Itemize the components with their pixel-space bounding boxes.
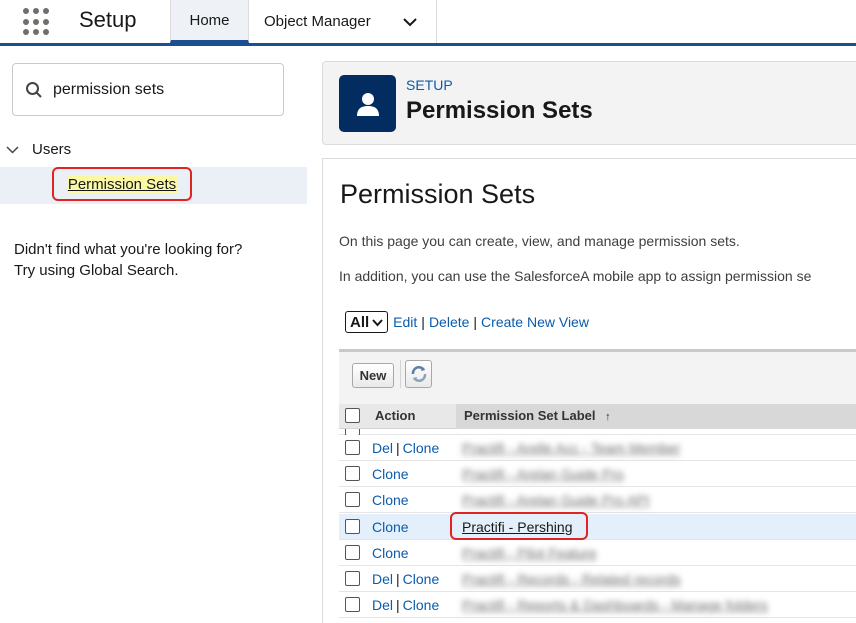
edit-view-link[interactable]: Edit xyxy=(393,314,417,330)
view-select[interactable]: All xyxy=(345,311,389,333)
row-actions: Del | Clone xyxy=(372,597,440,613)
row-checkbox[interactable] xyxy=(345,492,360,507)
permission-set-link[interactable]: Practifi - Arelan Guide Pro xyxy=(462,466,624,482)
clone-link[interactable]: Clone xyxy=(403,597,440,613)
table-body: Del | Clone Practifi - Arelle Acc - Team M… xyxy=(339,429,856,623)
row-actions: Clone xyxy=(372,519,409,535)
row-checkbox[interactable] xyxy=(345,571,360,586)
table-row: Del | Clone Practifi - Records - Related r… xyxy=(339,566,856,592)
row-actions: Clone xyxy=(372,545,409,561)
global-header: Setup Home Object Manager xyxy=(0,0,856,46)
clone-link[interactable]: Clone xyxy=(403,440,440,456)
clone-link[interactable]: Clone xyxy=(372,545,409,561)
row-checkbox[interactable] xyxy=(345,545,360,560)
quick-find-input[interactable] xyxy=(53,78,273,102)
delete-view-link[interactable]: Delete xyxy=(429,314,469,330)
clone-link[interactable]: Clone xyxy=(403,571,440,587)
row-checkbox[interactable] xyxy=(345,519,360,534)
toolbar-divider xyxy=(400,360,401,388)
permission-set-link[interactable]: Practifi - Arelan Guide Pro API xyxy=(462,492,650,508)
tab-home[interactable]: Home xyxy=(170,0,249,43)
user-icon xyxy=(339,75,396,132)
permission-set-link-pershing[interactable]: Practifi - Pershing xyxy=(462,519,572,535)
view-select-value: All xyxy=(350,313,370,331)
page-eyebrow: SETUP xyxy=(406,77,453,93)
row-checkbox[interactable] xyxy=(345,466,360,481)
list-view-controls: All Edit | Delete | Create New View xyxy=(345,311,589,333)
tab-object-manager-label: Object Manager xyxy=(264,13,371,30)
table-row: Del | Clone Practifi - Arelle Acc - Team M… xyxy=(339,435,856,461)
description-line-1: On this page you can create, view, and m… xyxy=(339,233,740,249)
clone-link[interactable]: Clone xyxy=(372,492,409,508)
description-line-2: In addition, you can use the SalesforceA… xyxy=(339,268,812,284)
app-launcher-icon[interactable] xyxy=(23,8,51,36)
app-title: Setup xyxy=(79,7,137,32)
permission-set-link[interactable]: Practifi - Arelle Acc - Team Member xyxy=(462,440,680,456)
clone-link[interactable]: Clone xyxy=(372,519,409,535)
tree-item-permission-sets[interactable]: Permission Sets xyxy=(52,167,192,201)
new-button[interactable]: New xyxy=(352,363,394,388)
table-row-selected: Clone Practifi - Pershing xyxy=(339,512,856,540)
tree-group-label: Users xyxy=(32,141,72,158)
column-action: Action xyxy=(375,408,416,423)
tab-object-manager[interactable]: Object Manager xyxy=(249,0,437,43)
row-actions: Del | Clone xyxy=(372,571,440,587)
row-actions: Clone xyxy=(372,466,409,482)
column-permission-set-label[interactable]: Permission Set Label ↑ xyxy=(464,408,611,423)
delete-link[interactable]: Del xyxy=(372,571,393,587)
page-header: SETUP Permission Sets xyxy=(322,61,856,145)
create-new-view-link[interactable]: Create New View xyxy=(481,314,589,330)
sort-ascending-icon: ↑ xyxy=(605,411,611,423)
page-title: Permission Sets xyxy=(406,97,593,124)
chevron-down-icon[interactable] xyxy=(402,14,418,30)
select-all-checkbox[interactable] xyxy=(345,408,360,423)
permission-set-link[interactable]: Practifi - Pilot Feature xyxy=(462,545,597,561)
help-line-2: Try using Global Search. xyxy=(14,262,179,279)
row-actions: Clone xyxy=(372,492,409,508)
column-label-text: Permission Set Label xyxy=(464,408,596,423)
table-row: Clone Practifi - Pilot Feature xyxy=(339,540,856,566)
refresh-button[interactable] xyxy=(405,360,432,388)
help-text: Didn't find what you're looking for? Try… xyxy=(14,239,299,281)
content-heading: Permission Sets xyxy=(340,179,536,209)
delete-link[interactable]: Del xyxy=(372,597,393,613)
main-content: SETUP Permission Sets Permission Sets On… xyxy=(322,61,856,623)
content-card: Permission Sets On this page you can cre… xyxy=(322,158,856,623)
chevron-down-icon xyxy=(372,318,383,326)
row-actions: Del | Clone xyxy=(372,440,440,456)
list-panel: New Action Permission Set Label ↑ Del | … xyxy=(339,349,856,623)
table-header: Action Permission Set Label ↑ xyxy=(339,404,856,429)
clone-link[interactable]: Clone xyxy=(372,466,409,482)
table-row: Clone Practifi - Arelan Guide Pro API xyxy=(339,487,856,513)
delete-link[interactable]: Del xyxy=(372,440,393,456)
permission-set-link[interactable]: Practifi - Records - Related records xyxy=(462,571,681,587)
refresh-icon xyxy=(411,366,426,382)
row-checkbox[interactable] xyxy=(345,597,360,612)
table-row: Del | Clone Practifi - Reports & Dashboard… xyxy=(339,592,856,618)
quick-find-box[interactable] xyxy=(12,63,284,116)
tree-item-label[interactable]: Permission Sets xyxy=(66,175,178,193)
search-icon xyxy=(26,82,42,98)
tree-group-users[interactable]: Users xyxy=(6,141,71,158)
chevron-down-icon[interactable] xyxy=(6,143,19,156)
setup-sidebar: Users Permission Sets Didn't find what y… xyxy=(0,49,307,623)
permission-set-link[interactable]: Practifi - Reports & Dashboards - Manage… xyxy=(462,597,768,613)
help-line-1: Didn't find what you're looking for? xyxy=(14,241,243,258)
table-row: Clone Practifi - Arelan Guide Pro xyxy=(339,461,856,487)
row-checkbox[interactable] xyxy=(345,440,360,455)
